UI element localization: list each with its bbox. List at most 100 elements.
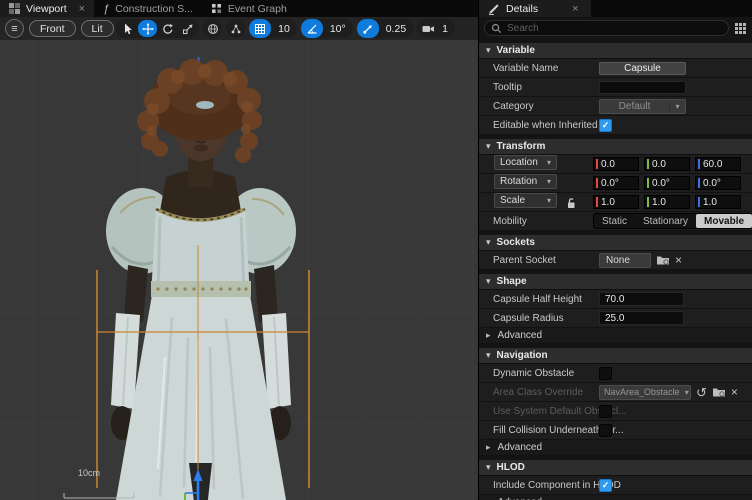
viewport-options-button[interactable]: ≡ (5, 19, 24, 38)
section-hlod[interactable]: ▾ HLOD (479, 460, 752, 476)
caret-down-icon: ▾ (486, 350, 491, 360)
rotation-z-field[interactable]: 0.0° (695, 176, 741, 190)
camera-speed-control[interactable]: 1 (417, 19, 455, 38)
row-capsule-radius: Capsule Radius (479, 309, 752, 328)
view-mode-button[interactable]: Front (29, 20, 76, 37)
browse-area-icon[interactable] (712, 386, 726, 398)
caret-down-icon: ▾ (486, 462, 491, 472)
variable-name-input[interactable] (599, 61, 686, 75)
area-class-dropdown[interactable]: NavArea_Obstacle ▾ (599, 384, 691, 400)
event-graph-icon (211, 4, 221, 13)
tooltip-input[interactable] (599, 80, 686, 94)
display-settings-icon[interactable] (734, 22, 747, 35)
tab-viewport-label: Viewport (26, 2, 67, 15)
lit-mode-button[interactable]: Lit (80, 20, 114, 37)
scale-snap-control[interactable]: 0.25 (356, 19, 414, 38)
clear-area-icon[interactable]: × (731, 386, 738, 398)
viewport-tab-icon (9, 3, 20, 14)
scale-snap-icon (356, 19, 379, 38)
viewport-tabbar: Viewport × ƒ Construction S... Event Gra… (0, 0, 478, 17)
shape-advanced-row[interactable]: ▸ Advanced (479, 328, 752, 344)
clear-socket-icon[interactable]: × (675, 254, 682, 266)
row-capsule-half-height: Capsule Half Height (479, 290, 752, 309)
navigation-advanced-row[interactable]: ▸ Advanced (479, 440, 752, 456)
mobility-movable-option[interactable]: Movable (696, 214, 752, 228)
search-box[interactable] (484, 20, 729, 36)
chevron-down-icon: ▾ (546, 196, 551, 205)
editable-when-inherited-checkbox[interactable]: ✓ (599, 118, 612, 132)
grid-snap-icon (249, 19, 272, 38)
fill-collision-checkbox[interactable] (599, 423, 612, 437)
location-z-field[interactable]: 60.0 (695, 157, 741, 171)
select-tool-button[interactable] (118, 20, 137, 37)
capsule-half-height-input[interactable] (599, 292, 684, 306)
character-model (106, 59, 296, 500)
scale-y-field[interactable]: 1.0 (644, 195, 690, 209)
viewport-3d-canvas[interactable]: 10cm (0, 17, 478, 500)
section-sockets[interactable]: ▾ Sockets (479, 235, 752, 251)
capsule-radius-input[interactable] (599, 311, 684, 325)
rotation-y-field[interactable]: 0.0° (644, 176, 690, 190)
row-use-system-default: Use System Default Obstacl... (479, 402, 752, 421)
location-dropdown[interactable]: Location ▾ (494, 155, 557, 170)
scale-x-field[interactable]: 1.0 (593, 195, 639, 209)
tab-viewport[interactable]: Viewport × (0, 0, 95, 17)
caret-down-icon: ▾ (486, 237, 491, 247)
viewport-toolbar: ≡ Front Lit 10 10° 0.25 1 (0, 17, 478, 40)
location-y-field[interactable]: 0.0 (644, 157, 690, 171)
mobility-static-option[interactable]: Static (594, 214, 635, 228)
parent-socket-value[interactable]: None (599, 252, 651, 268)
scale-z-field[interactable]: 1.0 (695, 195, 741, 209)
row-location: Location ▾ 0.0 0.0 60.0 (479, 155, 752, 174)
mobility-stationary-option[interactable]: Stationary (635, 214, 696, 228)
revert-icon[interactable]: ↺ (696, 386, 707, 399)
details-search-row (479, 17, 752, 39)
tab-details[interactable]: Details × (479, 0, 591, 17)
grid-snap-control[interactable]: 10 (249, 19, 297, 38)
close-icon[interactable]: × (572, 3, 578, 15)
section-navigation[interactable]: ▾ Navigation (479, 348, 752, 364)
rotation-x-field[interactable]: 0.0° (593, 176, 639, 190)
row-tooltip: Tooltip (479, 78, 752, 97)
mobility-segmented-control: Static Stationary Movable (593, 213, 752, 229)
camera-speed-value: 1 (442, 22, 448, 35)
row-parent-socket: Parent Socket None × (479, 251, 752, 270)
dynamic-obstacle-checkbox[interactable] (599, 366, 612, 380)
globe-icon (207, 23, 218, 34)
row-category: Category Default ▾ (479, 97, 752, 116)
grid-snap-value: 10 (278, 22, 290, 35)
check-icon: ✓ (601, 119, 610, 130)
move-tool-button[interactable] (138, 20, 158, 37)
tab-event-graph[interactable]: Event Graph (202, 0, 296, 17)
unlock-icon (568, 198, 575, 208)
section-transform[interactable]: ▾ Transform (479, 139, 752, 155)
caret-down-icon: ▾ (486, 141, 491, 151)
rotation-snap-control[interactable]: 10° (300, 19, 353, 38)
browse-socket-icon[interactable] (656, 254, 670, 266)
use-system-default-checkbox[interactable] (599, 404, 612, 418)
snapping-icon (231, 24, 241, 33)
cursor-icon (124, 23, 132, 34)
scale-tool-button[interactable] (178, 20, 197, 37)
surface-snapping-button[interactable] (226, 19, 246, 38)
camera-icon (422, 25, 435, 32)
hlod-advanced-row[interactable]: ▸ Advanced (479, 495, 752, 500)
close-icon[interactable]: × (79, 3, 85, 15)
include-component-hlod-checkbox[interactable]: ✓ (599, 478, 612, 492)
section-shape[interactable]: ▾ Shape (479, 274, 752, 290)
tab-construction-script[interactable]: ƒ Construction S... (94, 0, 202, 17)
rotate-tool-button[interactable] (158, 20, 177, 37)
tab-details-label: Details (506, 2, 539, 15)
scene-svg (0, 34, 478, 500)
row-variable-name: Variable Name (479, 59, 752, 78)
chevron-down-icon: ▾ (684, 387, 689, 397)
scale-dropdown[interactable]: Scale ▾ (494, 193, 557, 208)
category-dropdown[interactable]: Default ▾ (599, 98, 686, 114)
location-x-field[interactable]: 0.0 (593, 157, 639, 171)
section-variable[interactable]: ▾ Variable (479, 43, 752, 59)
search-input[interactable] (507, 22, 722, 34)
search-icon (491, 23, 502, 33)
coordinate-space-button[interactable] (203, 19, 223, 38)
row-mobility: Mobility Static Stationary Movable (479, 212, 752, 231)
rotation-dropdown[interactable]: Rotation ▾ (494, 174, 557, 189)
